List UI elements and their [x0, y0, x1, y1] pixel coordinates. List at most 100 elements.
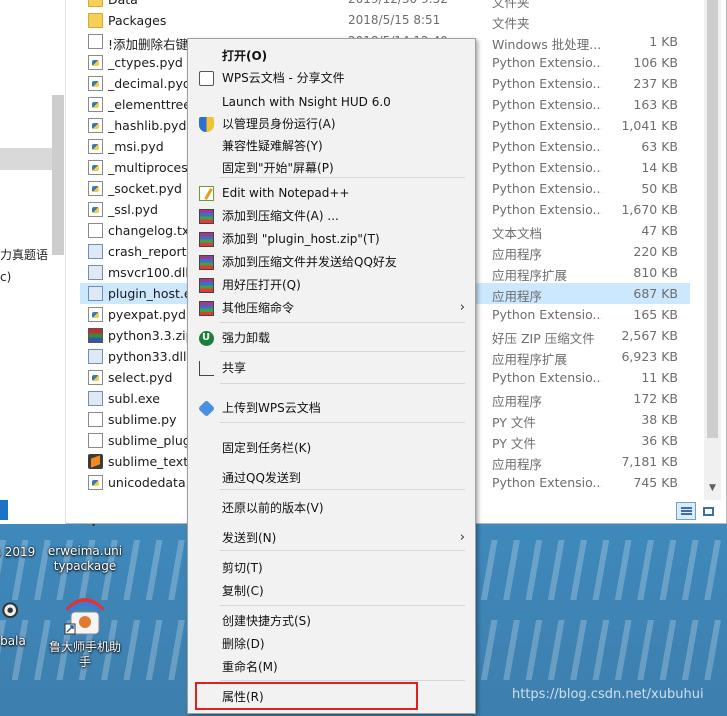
- menu-item-label: 创建快捷方式(S): [222, 614, 311, 628]
- file-type: Python Extensio...: [492, 307, 602, 322]
- file-size: 6,923 KB: [621, 349, 678, 364]
- python-file-icon: [88, 181, 103, 196]
- winrar-icon: [199, 232, 214, 247]
- menu-item[interactable]: 创建快捷方式(S): [190, 610, 473, 632]
- nav-pane-scrollbar[interactable]: [52, 95, 64, 255]
- file-name: msvcr100.dll: [108, 265, 188, 280]
- file-name: _elementtree.: [108, 97, 188, 112]
- scrollbar-thumb[interactable]: [707, 0, 718, 438]
- file-size: 165 KB: [633, 307, 678, 322]
- nav-pane-item-fragment[interactable]: c): [0, 270, 11, 284]
- file-name: _decimal.pyd: [108, 76, 188, 91]
- file-size: 38 KB: [641, 412, 678, 427]
- file-type: Python Extensio...: [492, 139, 602, 154]
- menu-item[interactable]: Launch with Nsight HUD 6.0: [190, 91, 473, 113]
- sublime-icon: [88, 454, 103, 469]
- menu-item[interactable]: 还原以前的版本(V): [190, 497, 473, 519]
- desktop-icon-label-line1: erweima.uni: [47, 544, 123, 558]
- menu-item[interactable]: 以管理员身份运行(A): [190, 113, 473, 135]
- menu-item[interactable]: 用好压打开(Q): [190, 274, 473, 296]
- file-date: 2018/5/15 8:51: [348, 13, 441, 27]
- file-size: 237 KB: [633, 76, 678, 91]
- text-file-icon: [88, 223, 103, 238]
- menu-item[interactable]: 复制(C): [190, 580, 473, 602]
- menu-item[interactable]: 删除(D): [190, 633, 473, 655]
- file-row[interactable]: Packages 2018/5/15 8:51 文件夹: [80, 10, 690, 31]
- watermark: https://blog.csdn.net/xubuhui: [512, 687, 704, 702]
- wps-cloud-icon: [198, 400, 215, 417]
- exe-file-icon: [88, 244, 103, 259]
- menu-item[interactable]: 发送到(N) ›: [190, 527, 473, 549]
- python-file-icon: [88, 139, 103, 154]
- menu-item[interactable]: Edit with Notepad++: [190, 182, 473, 204]
- file-type: Python Extensio...: [492, 181, 602, 196]
- menu-item[interactable]: WPS云文档 - 分享文件: [190, 67, 473, 89]
- python-file-icon: [88, 76, 103, 91]
- file-size: 14 KB: [641, 160, 678, 175]
- file-size: 47 KB: [641, 223, 678, 238]
- phone-assistant-icon: [64, 598, 105, 635]
- large-icons-view-button[interactable]: [698, 502, 718, 520]
- nav-pane-selected-item[interactable]: [0, 148, 52, 170]
- app-icon: [2, 602, 19, 619]
- desktop-icon-label: s 2019: [0, 545, 36, 559]
- nav-pane-item-fragment[interactable]: 力真题语: [0, 246, 48, 263]
- menu-item-label: WPS云文档 - 分享文件: [222, 71, 345, 85]
- menu-separator: [220, 605, 465, 606]
- details-view-button[interactable]: [676, 502, 696, 520]
- menu-item[interactable]: 固定到任务栏(K): [190, 437, 473, 459]
- python-file-icon: [88, 97, 103, 112]
- scroll-down-arrow-icon[interactable]: ▼: [704, 480, 721, 497]
- menu-item[interactable]: 其他压缩命令 ›: [190, 297, 473, 319]
- notepad-plus-plus-icon: [199, 186, 214, 201]
- file-date: 2019/12/30 9:52: [348, 0, 448, 6]
- menu-item-label: 共享: [222, 361, 247, 375]
- menu-item[interactable]: 固定到"开始"屏幕(P): [190, 157, 473, 179]
- file-size: 106 KB: [633, 55, 678, 70]
- menu-item-label: Launch with Nsight HUD 6.0: [222, 95, 391, 109]
- python-file-icon: [88, 370, 103, 385]
- text-file-icon: [88, 412, 103, 427]
- python-file-icon: [88, 55, 103, 70]
- menu-item[interactable]: 剪切(T): [190, 557, 473, 579]
- python-file-icon: [88, 307, 103, 322]
- winrar-icon: [199, 209, 214, 224]
- menu-item[interactable]: 通过QQ发送到: [190, 467, 473, 489]
- winrar-icon: [199, 255, 214, 270]
- desktop-icon-ludashi[interactable]: 鲁大师手机助 手: [40, 592, 130, 670]
- file-size: 50 KB: [641, 181, 678, 196]
- desktop-icon-erweima[interactable]: erweima.uni typackage: [40, 520, 130, 574]
- menu-item-label: 强力卸载: [222, 331, 271, 345]
- file-list-scrollbar[interactable]: ▼: [704, 0, 721, 500]
- menu-item[interactable]: 添加到 "plugin_host.zip"(T): [190, 228, 473, 250]
- menu-separator: [220, 680, 465, 681]
- menu-item-label: 其他压缩命令: [222, 301, 295, 315]
- file-size: 220 KB: [633, 244, 678, 259]
- folder-icon: [88, 13, 103, 28]
- dll-file-icon: [88, 265, 103, 280]
- menu-item[interactable]: 打开(O): [190, 45, 473, 67]
- uninstall-icon: [199, 327, 214, 349]
- menu-item[interactable]: 上传到WPS云文档: [190, 397, 473, 419]
- file-type: 文件夹: [492, 16, 530, 31]
- nav-pane-indicator: [0, 500, 8, 520]
- file-name: crash_reporte: [108, 244, 188, 259]
- file-name: python3.3.zip: [108, 328, 188, 343]
- menu-item[interactable]: 添加到压缩文件(A) ...: [190, 205, 473, 227]
- menu-item[interactable]: 强力卸载: [190, 327, 473, 349]
- menu-item[interactable]: 重命名(M): [190, 656, 473, 678]
- batch-file-icon: [88, 34, 103, 49]
- menu-item[interactable]: 添加到压缩文件并发送给QQ好友: [190, 251, 473, 273]
- menu-item-label: 还原以前的版本(V): [222, 501, 324, 515]
- menu-item[interactable]: 共享: [190, 357, 473, 379]
- navigation-pane[interactable]: 力真题语 c): [0, 0, 66, 524]
- menu-item-label: 以管理员身份运行(A): [222, 117, 336, 131]
- desktop-icon-label-line1: 鲁大师手机助: [48, 640, 121, 654]
- file-type: 应用程序: [492, 289, 543, 304]
- file-row[interactable]: Data2019/12/30 9:52文件夹: [80, 0, 690, 10]
- menu-item[interactable]: 兼容性疑难解答(Y): [190, 135, 473, 157]
- python-file-icon: [88, 160, 103, 175]
- menu-item-label: Edit with Notepad++: [222, 186, 350, 200]
- file-name: _socket.pyd: [108, 181, 182, 196]
- file-type: Python Extensio...: [492, 202, 602, 217]
